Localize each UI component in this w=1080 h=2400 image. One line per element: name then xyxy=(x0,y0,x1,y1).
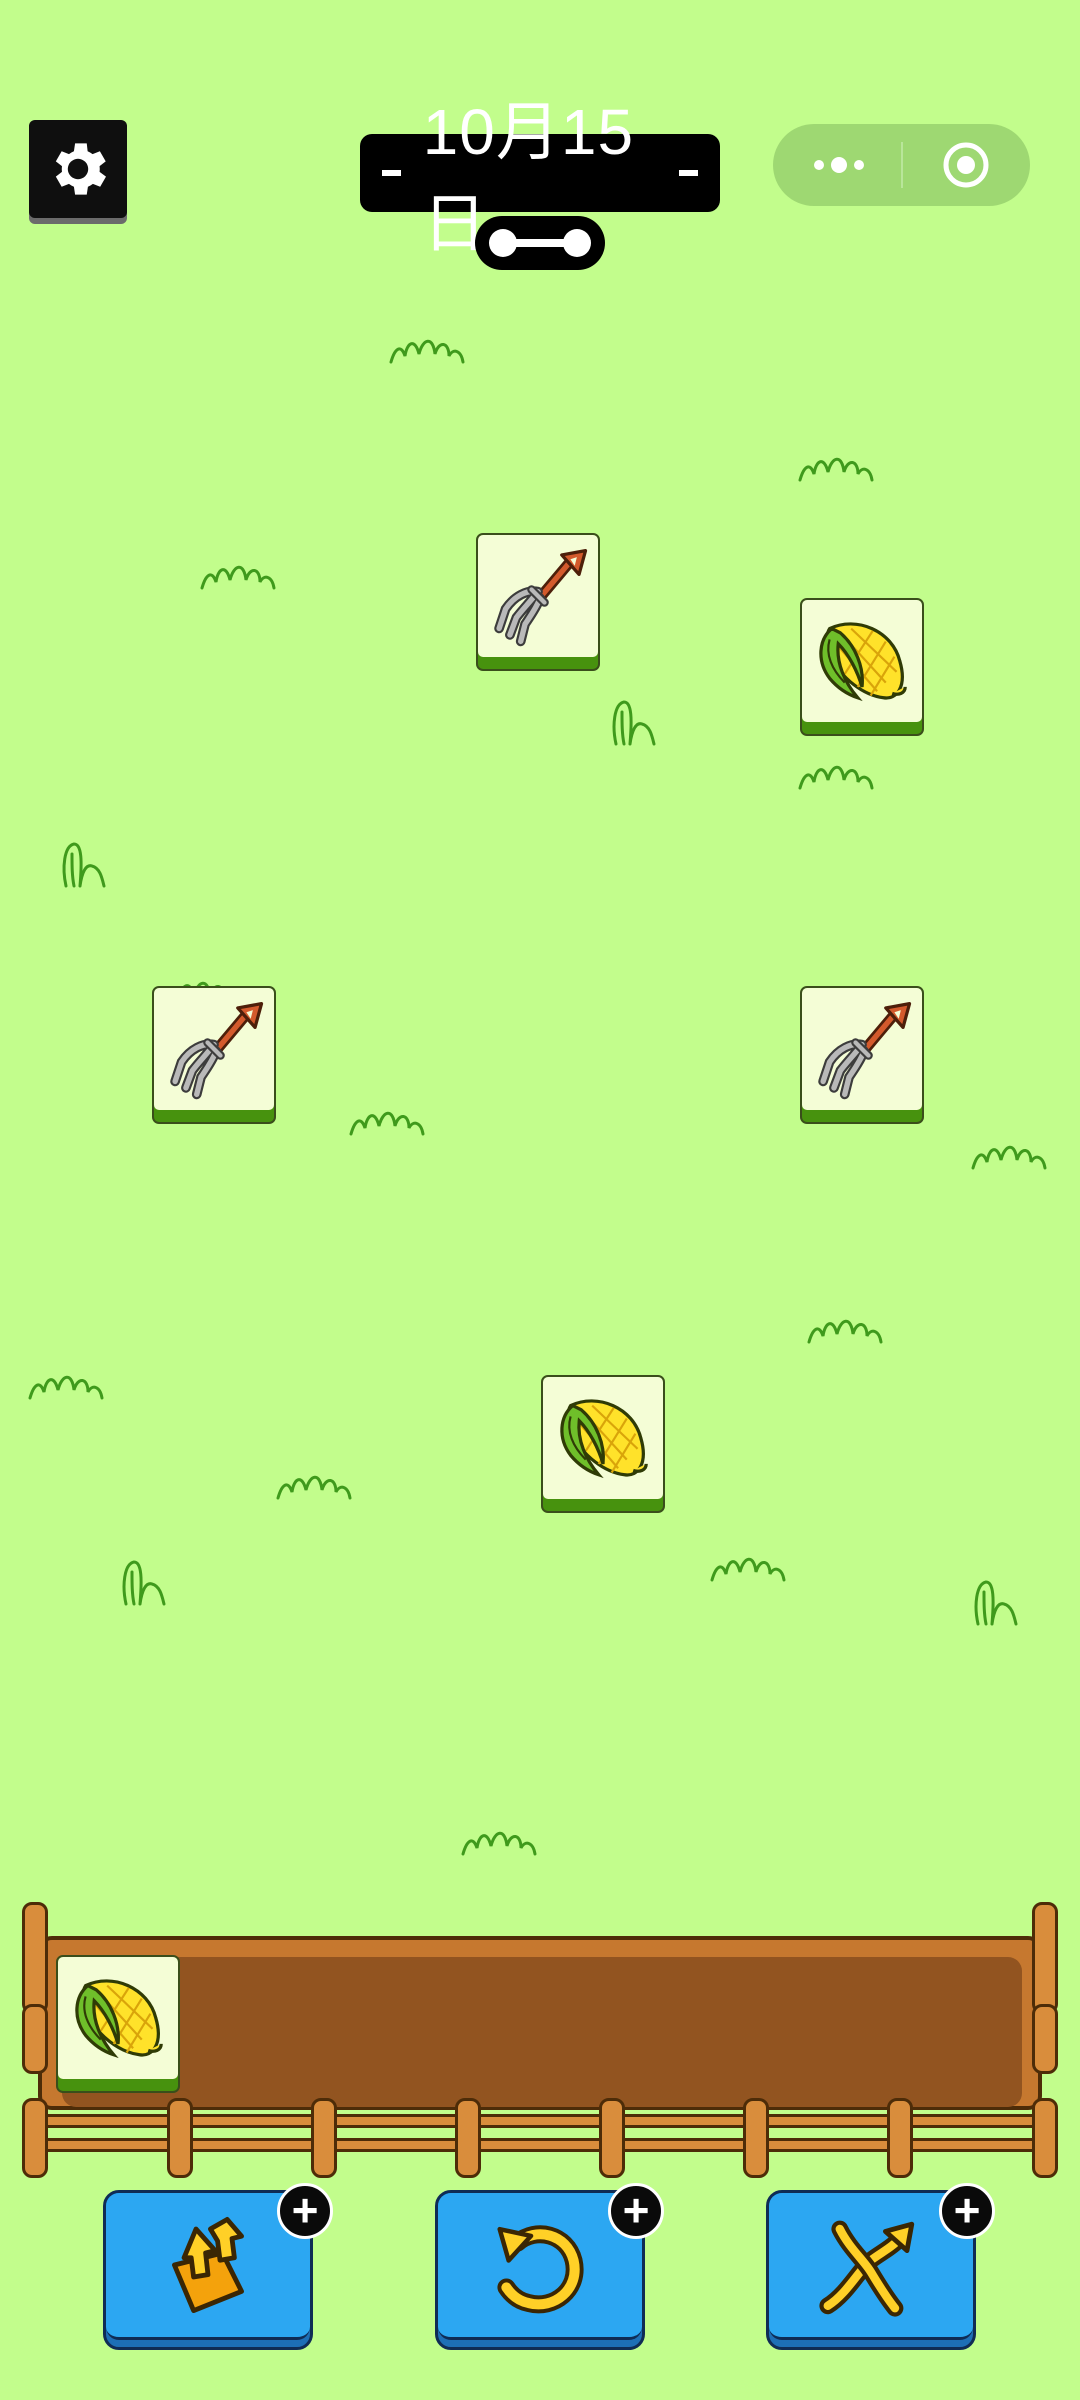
grass-decoration xyxy=(387,326,467,366)
pitchfork-icon xyxy=(484,542,592,650)
fence-post xyxy=(22,2004,48,2074)
tile-corn[interactable] xyxy=(800,598,924,736)
fence-post xyxy=(599,2098,625,2178)
add-undo-badge[interactable]: + xyxy=(608,2183,664,2239)
sprout-decoration xyxy=(972,1576,1020,1626)
tray-slot-area xyxy=(62,1957,1022,2107)
fence-post xyxy=(743,2098,769,2178)
grass-decoration xyxy=(198,552,278,592)
right-dash xyxy=(679,170,698,176)
undo-icon xyxy=(497,2225,584,2314)
fence-post xyxy=(1032,2098,1058,2178)
add-remove-tiles-badge[interactable]: + xyxy=(277,2183,333,2239)
link-icon xyxy=(489,229,591,257)
grass-decoration xyxy=(969,1132,1049,1172)
grass-decoration xyxy=(796,752,876,792)
gear-icon xyxy=(55,143,106,195)
fence-post xyxy=(1032,2004,1058,2074)
pitchfork-icon xyxy=(808,995,916,1103)
grass-decoration xyxy=(708,1544,788,1584)
corn-icon xyxy=(549,1384,657,1492)
grass-decoration xyxy=(796,444,876,484)
corn-icon xyxy=(64,1964,172,2072)
sprout-decoration xyxy=(120,1556,168,1606)
grass-decoration xyxy=(274,1462,354,1502)
lift-out-icon xyxy=(172,2217,244,2313)
fence-post xyxy=(167,2098,193,2178)
fence-post xyxy=(887,2098,913,2178)
tile-pitchfork[interactable] xyxy=(476,533,600,671)
grass-decoration xyxy=(26,1362,106,1402)
grass-decoration xyxy=(347,1098,427,1138)
sprout-decoration xyxy=(610,696,658,746)
level-connector-badge xyxy=(475,216,605,270)
more-dots-icon[interactable] xyxy=(809,142,869,188)
left-dash xyxy=(382,170,401,176)
fence-post xyxy=(455,2098,481,2178)
tile-pitchfork[interactable] xyxy=(800,986,924,1124)
capsule-divider xyxy=(901,142,903,188)
grass-decoration xyxy=(459,1818,539,1858)
fence-post xyxy=(22,2098,48,2178)
date-banner: 10月15日 xyxy=(360,96,720,260)
fence-post xyxy=(311,2098,337,2178)
target-circle-icon[interactable] xyxy=(941,140,991,190)
settings-button[interactable] xyxy=(29,120,127,218)
corn-icon xyxy=(808,607,916,715)
tray-tile-corn xyxy=(56,1955,180,2093)
sprout-decoration xyxy=(60,838,108,888)
grass-decoration xyxy=(805,1306,885,1346)
fence-post xyxy=(22,1902,48,2014)
tile-pitchfork[interactable] xyxy=(152,986,276,1124)
fence-post xyxy=(1032,1902,1058,2014)
add-shuffle-badge[interactable]: + xyxy=(939,2183,995,2239)
miniapp-capsule xyxy=(773,124,1030,206)
shuffle-icon xyxy=(819,2220,915,2317)
tile-corn[interactable] xyxy=(541,1375,665,1513)
pitchfork-icon xyxy=(160,995,268,1103)
